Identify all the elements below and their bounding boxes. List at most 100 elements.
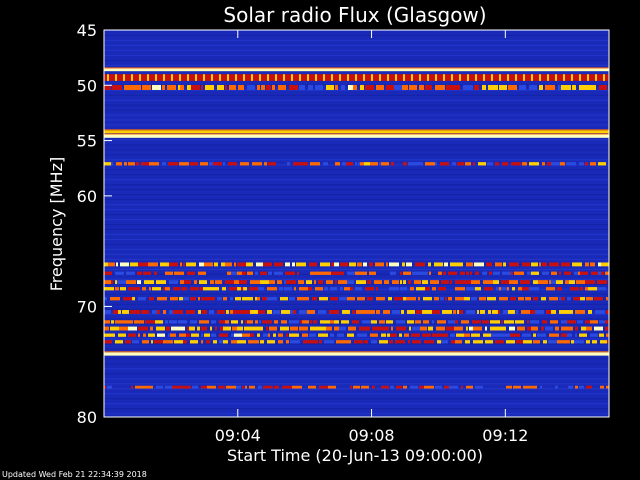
background-texture-line xyxy=(104,189,609,191)
band-segment xyxy=(241,287,243,291)
y-tick-label: 45 xyxy=(77,21,97,40)
band-segment xyxy=(413,162,423,166)
band-segment xyxy=(256,262,263,267)
band-segment xyxy=(334,326,339,331)
band-segment xyxy=(438,271,442,275)
band-segment xyxy=(456,333,458,337)
band-segment xyxy=(149,297,154,301)
band-segment xyxy=(501,287,507,291)
band-segment xyxy=(411,333,420,337)
band-segment xyxy=(240,162,249,166)
band-segment xyxy=(416,310,422,314)
band-segment xyxy=(418,297,420,301)
band-segment xyxy=(149,287,151,291)
band-segment xyxy=(477,310,479,314)
band-segment xyxy=(446,85,455,90)
band-segment xyxy=(487,162,493,166)
band-segment xyxy=(190,340,192,344)
band-segment xyxy=(237,326,243,331)
band-segment xyxy=(286,280,296,285)
band-segment xyxy=(525,297,531,301)
emission-band xyxy=(104,162,606,166)
band-segment xyxy=(406,297,416,301)
band-segment xyxy=(485,340,493,344)
band-segment xyxy=(363,74,365,81)
band-segment xyxy=(543,340,547,344)
band-segment xyxy=(231,333,234,337)
band-segment xyxy=(104,340,112,344)
band-segment xyxy=(189,326,195,331)
band-segment xyxy=(591,280,595,285)
band-segment xyxy=(403,162,407,166)
background-texture-line xyxy=(104,169,609,171)
band-segment xyxy=(336,340,343,344)
band-segment xyxy=(165,271,173,275)
band-segment xyxy=(125,340,131,344)
band-segment xyxy=(104,326,109,331)
band-segment xyxy=(259,74,261,81)
band-segment xyxy=(571,326,573,331)
band-segment xyxy=(115,280,117,285)
band-segment xyxy=(278,340,283,344)
band-segment xyxy=(137,287,140,291)
band-segment xyxy=(356,280,366,285)
band-segment xyxy=(152,287,161,291)
band-segment xyxy=(303,340,308,344)
band-segment xyxy=(213,162,222,166)
band-segment xyxy=(217,85,224,90)
band-segment xyxy=(213,340,217,344)
band-segment xyxy=(330,333,334,337)
band-segment xyxy=(174,340,183,344)
band-segment xyxy=(355,271,360,275)
band-segment xyxy=(218,385,225,389)
band-segment xyxy=(252,162,262,166)
band-segment xyxy=(531,262,538,267)
band-segment xyxy=(239,280,247,285)
band-segment xyxy=(320,320,330,324)
band-segment xyxy=(396,320,405,324)
band-segment xyxy=(168,333,170,337)
band-segment xyxy=(578,271,580,275)
band-segment xyxy=(451,340,455,344)
band-segment xyxy=(232,326,237,331)
band-segment xyxy=(585,162,588,166)
band-segment xyxy=(387,74,389,81)
band-segment xyxy=(242,310,250,314)
band-segment xyxy=(110,297,120,301)
band-segment xyxy=(299,326,308,331)
band-segment xyxy=(266,326,268,331)
band-segment xyxy=(199,280,207,285)
band-segment xyxy=(162,85,165,90)
band-segment xyxy=(541,297,546,301)
band-segment xyxy=(115,74,117,81)
band-segment xyxy=(142,340,149,344)
band-segment xyxy=(234,333,242,337)
band-segment xyxy=(247,320,253,324)
band-segment xyxy=(231,340,237,344)
band-segment xyxy=(242,271,246,275)
band-segment xyxy=(237,340,246,344)
band-segment xyxy=(539,85,543,90)
band-segment xyxy=(403,74,405,81)
band-segment xyxy=(533,297,538,301)
band-segment xyxy=(131,385,133,389)
band-segment xyxy=(529,287,539,291)
band-segment xyxy=(495,340,504,344)
band-segment xyxy=(486,262,492,267)
band-segment xyxy=(466,271,469,275)
band-segment xyxy=(190,320,197,324)
background-texture-line xyxy=(104,229,609,231)
band-segment xyxy=(376,310,380,314)
band-segment xyxy=(595,310,605,314)
band-segment xyxy=(415,320,421,324)
band-segment xyxy=(187,85,191,90)
band-segment xyxy=(284,287,292,291)
band-segment xyxy=(135,385,144,389)
band-segment xyxy=(308,340,318,344)
band-segment xyxy=(461,385,463,389)
band-segment xyxy=(217,310,225,314)
x-tick-label: 09:08 xyxy=(348,426,394,445)
band-segment xyxy=(601,271,604,275)
band-segment xyxy=(506,340,515,344)
band-segment xyxy=(334,320,339,324)
